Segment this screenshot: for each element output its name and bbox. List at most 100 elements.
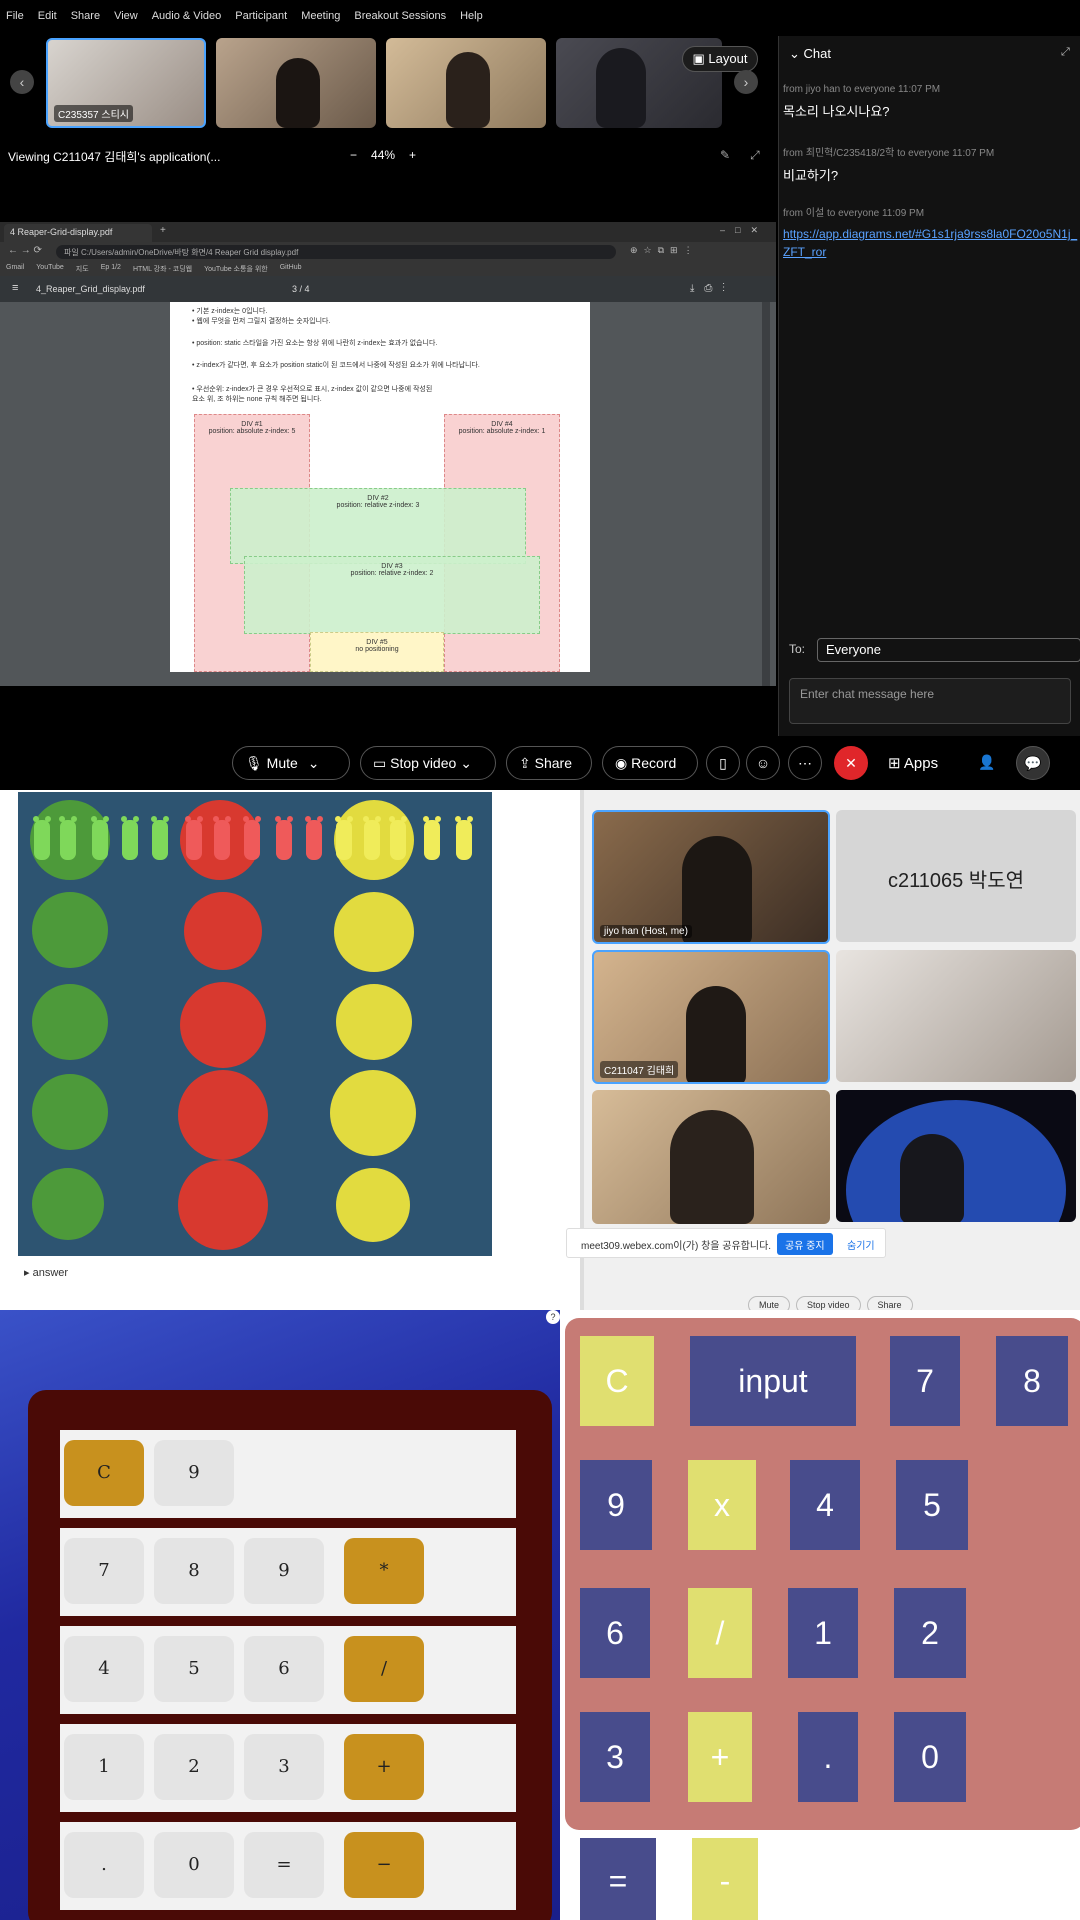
frog-green[interactable] <box>91 816 109 860</box>
video-tile[interactable] <box>592 1090 830 1224</box>
frog-yellow[interactable] <box>363 816 381 860</box>
calc-key[interactable]: 9 <box>580 1460 652 1550</box>
leave-icon[interactable]: ✕ <box>834 746 868 780</box>
frog-green[interactable] <box>59 816 77 860</box>
calc-key-plus[interactable]: + <box>688 1712 752 1802</box>
calc-key-multiply[interactable]: * <box>344 1538 424 1604</box>
frog-yellow[interactable] <box>389 816 407 860</box>
bookmark[interactable]: 지도 <box>76 264 89 274</box>
window-controls[interactable]: –□✕ <box>720 225 768 236</box>
chat-header[interactable]: ⌄ Chat <box>789 46 831 62</box>
calc-key-equals[interactable]: = <box>580 1838 656 1920</box>
menu-audio-video[interactable]: Audio & Video <box>152 10 222 34</box>
calc-key[interactable]: 2 <box>894 1588 966 1678</box>
fullscreen-icon[interactable]: ⤢ <box>750 148 760 163</box>
frog-green[interactable] <box>33 816 51 860</box>
more-icon[interactable]: ⋯ <box>788 746 822 780</box>
calc-key[interactable]: . <box>798 1712 858 1802</box>
calc-key-minus[interactable]: − <box>344 1832 424 1898</box>
browser-extension-icons[interactable]: ⊕☆⧉⊞⋮ <box>630 245 699 256</box>
participants-icon[interactable]: 👤 <box>970 746 1004 780</box>
menu-icon[interactable]: ≡ <box>12 282 18 294</box>
bookmark[interactable]: GitHub <box>280 264 302 274</box>
calc-key-divide[interactable]: / <box>688 1588 752 1678</box>
pdf-actions[interactable]: ⤓⎙⋮ <box>690 283 735 294</box>
captions-icon[interactable]: ▯ <box>706 746 740 780</box>
frog-yellow[interactable] <box>423 816 441 860</box>
bookmark[interactable]: YouTube 소통을 위한 <box>204 264 268 274</box>
menu-file[interactable]: File <box>6 10 24 34</box>
record-button[interactable]: ◉ Record <box>602 746 698 780</box>
new-tab-icon[interactable]: + <box>160 225 166 236</box>
video-tile[interactable]: jiyo han (Host, me) <box>592 810 830 944</box>
chat-recipient-select[interactable]: Everyone <box>817 638 1080 662</box>
nav-arrows-icon[interactable]: ← → ⟳ <box>8 245 42 256</box>
calc-key[interactable]: 7 <box>890 1336 960 1426</box>
calc-key[interactable]: 8 <box>154 1538 234 1604</box>
frog-red[interactable] <box>243 816 261 860</box>
calc-key-clear[interactable]: C <box>580 1336 654 1426</box>
menu-share[interactable]: Share <box>71 10 100 34</box>
frog-yellow[interactable] <box>455 816 473 860</box>
url-field[interactable]: 파일 C:/Users/admin/OneDrive/바탕 화면/4 Reape… <box>56 245 616 259</box>
calc-key[interactable]: 3 <box>580 1712 650 1802</box>
video-tile[interactable]: C211047 김태희 <box>592 950 830 1084</box>
zoom-in-icon[interactable]: + <box>409 148 416 162</box>
share-button[interactable]: ⇪ Share <box>506 746 592 780</box>
filmstrip-next-icon[interactable]: › <box>734 70 758 94</box>
calc-key[interactable]: 1 <box>788 1588 858 1678</box>
calc-key[interactable]: 6 <box>244 1636 324 1702</box>
frog-red[interactable] <box>275 816 293 860</box>
calc-key-divide[interactable]: / <box>344 1636 424 1702</box>
frog-yellow[interactable] <box>335 816 353 860</box>
calc-key-plus[interactable]: + <box>344 1734 424 1800</box>
video-tile[interactable] <box>836 950 1076 1082</box>
menu-meeting[interactable]: Meeting <box>301 10 340 34</box>
reactions-icon[interactable]: ☺ <box>746 746 780 780</box>
menu-edit[interactable]: Edit <box>38 10 57 34</box>
chat-message-link[interactable]: https://app.diagrams.net/#G1s1rja9rss8la… <box>783 225 1079 261</box>
frog-green[interactable] <box>121 816 139 860</box>
calc-key[interactable]: 2 <box>154 1734 234 1800</box>
chevron-down-icon[interactable]: ⌄ <box>308 755 320 771</box>
frog-green[interactable] <box>151 816 169 860</box>
calc-key[interactable]: 5 <box>896 1460 968 1550</box>
hide-link[interactable]: 숨기기 <box>847 1237 875 1252</box>
calc-key[interactable]: 6 <box>580 1588 650 1678</box>
participant-thumb[interactable] <box>216 38 376 128</box>
calc-key[interactable]: 1 <box>64 1734 144 1800</box>
bookmark[interactable]: Ep 1/2 <box>101 264 121 274</box>
menu-view[interactable]: View <box>114 10 138 34</box>
chat-message-input[interactable]: Enter chat message here <box>789 678 1071 724</box>
menu-help[interactable]: Help <box>460 10 483 34</box>
frog-red[interactable] <box>305 816 323 860</box>
mute-button[interactable]: 🎙 Mute ⌄ <box>232 746 350 780</box>
calc-key[interactable]: 4 <box>790 1460 860 1550</box>
bookmark[interactable]: HTML 강좌 - 코딩웹 <box>133 264 192 274</box>
calc-key[interactable]: 5 <box>154 1636 234 1702</box>
calc-key-clear[interactable]: C <box>64 1440 144 1506</box>
calc-key-minus[interactable]: - <box>692 1838 758 1920</box>
participant-thumb[interactable] <box>386 38 546 128</box>
frog-red[interactable] <box>185 816 203 860</box>
zoom-out-icon[interactable]: − <box>350 148 357 162</box>
frog-red[interactable] <box>213 816 231 860</box>
stop-video-button[interactable]: ▭ Stop video ⌄ <box>360 746 496 780</box>
filmstrip-prev-icon[interactable]: ‹ <box>10 70 34 94</box>
calc-key[interactable]: 3 <box>244 1734 324 1800</box>
calc-key[interactable]: 8 <box>996 1336 1068 1426</box>
layout-button[interactable]: ▣ Layout <box>682 46 758 72</box>
calc-key[interactable]: 0 <box>894 1712 966 1802</box>
stop-share-button[interactable]: 공유 중지 <box>777 1233 833 1255</box>
menu-participant[interactable]: Participant <box>235 10 287 34</box>
annotate-icon[interactable]: ✎ <box>720 148 730 163</box>
bookmark[interactable]: YouTube <box>36 264 64 274</box>
calc-key[interactable]: 4 <box>64 1636 144 1702</box>
participant-thumb[interactable]: C235357 스티시 <box>46 38 206 128</box>
browser-tab[interactable]: 4 Reaper-Grid-display.pdf <box>4 224 152 242</box>
answer-toggle[interactable]: ▸ answer <box>24 1266 68 1279</box>
calc-key-equals[interactable]: = <box>244 1832 324 1898</box>
apps-button[interactable]: ⊞ Apps <box>888 754 938 772</box>
video-tile[interactable]: c211065 박도연 <box>836 810 1076 942</box>
bookmark[interactable]: Gmail <box>6 264 24 274</box>
